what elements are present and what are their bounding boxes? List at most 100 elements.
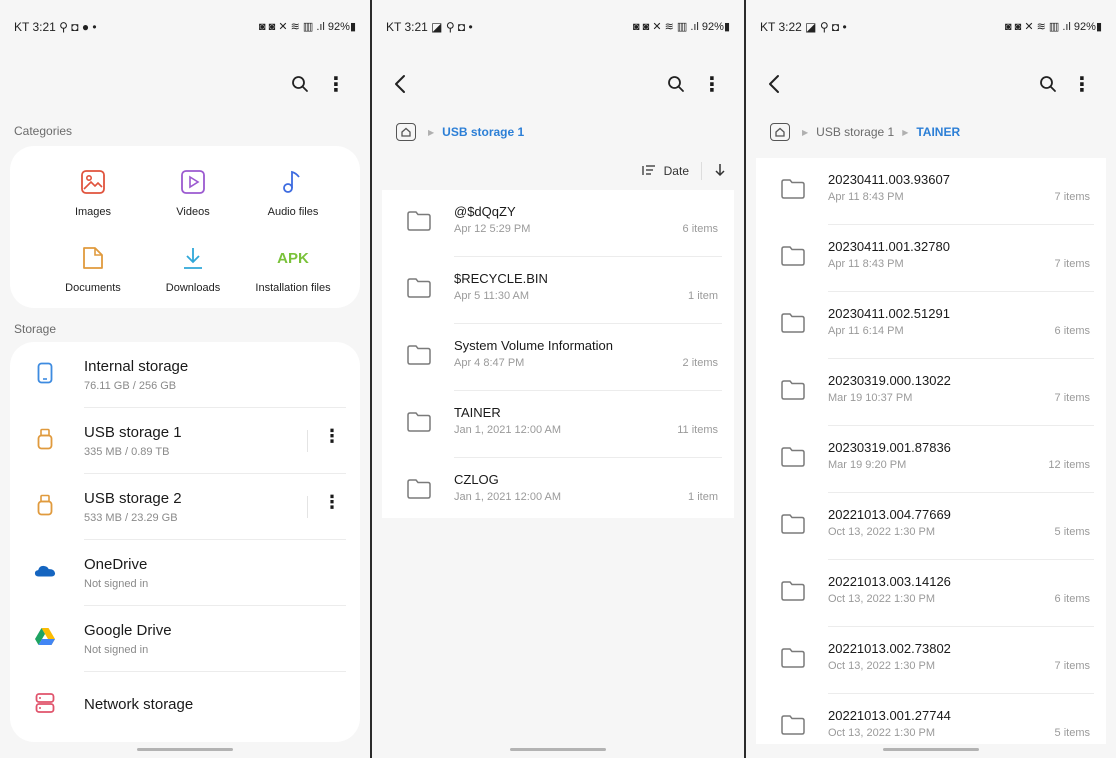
google-drive-icon	[34, 626, 56, 648]
folder-name: 20230411.001.32780	[828, 239, 950, 254]
home-indicator[interactable]	[510, 748, 606, 751]
folder-date: Mar 19 9:20 PM	[828, 459, 907, 471]
folder-date: Apr 11 6:14 PM	[828, 325, 904, 337]
folder-row[interactable]: 20221013.004.77669 Oct 13, 2022 1:30 PM …	[756, 493, 1106, 560]
search-icon[interactable]	[286, 70, 314, 98]
folder-icon	[781, 514, 805, 534]
folder-icon	[781, 313, 805, 333]
home-indicator[interactable]	[137, 748, 233, 751]
folder-row[interactable]: TAINER Jan 1, 2021 12:00 AM 11 items	[382, 391, 734, 458]
more-options-icon[interactable]: ⋮	[698, 70, 726, 98]
folder-row[interactable]: 20230411.001.32780 Apr 11 8:43 PM 7 item…	[756, 225, 1106, 292]
storage-title: Internal storage	[84, 358, 189, 375]
storage-title: OneDrive	[84, 556, 148, 573]
more-options-icon[interactable]: ⋮	[1068, 70, 1096, 98]
status-left: KT 3:21 ◪ ⚲ ◘ •	[386, 20, 473, 34]
phone-icon	[34, 362, 56, 384]
folder-name: @$dQqZY	[454, 204, 516, 219]
sort-label[interactable]: Date	[664, 164, 689, 178]
more-options-icon[interactable]: ⋮	[322, 492, 342, 513]
gesture-bar	[372, 744, 744, 758]
categories-heading: Categories	[14, 124, 73, 138]
folder-row[interactable]: @$dQqZY Apr 12 5:29 PM 6 items	[382, 190, 734, 257]
gesture-bar	[746, 744, 1116, 758]
storage-title: Google Drive	[84, 622, 172, 639]
image-icon	[43, 164, 143, 200]
folder-list: 20230411.003.93607 Apr 11 8:43 PM 7 item…	[756, 158, 1106, 758]
folder-name: 20221013.004.77669	[828, 507, 951, 522]
more-options-icon[interactable]: ⋮	[322, 70, 350, 98]
breadcrumb: ▶ USB storage 1	[396, 120, 532, 144]
sort-bar: Date	[641, 162, 726, 180]
breadcrumb-usb-storage-1[interactable]: USB storage 1	[816, 125, 894, 139]
folder-row[interactable]: 20230411.002.51291 Apr 11 6:14 PM 6 item…	[756, 292, 1106, 359]
category-label: Documents	[65, 282, 121, 294]
status-left: KT 3:22 ◪ ⚲ ◘ •	[760, 20, 847, 34]
status-bar: KT 3:21 ⚲ ◘ ● • ◙ ◙ ✕ ≋ ▥ .ıl 92%▮	[0, 0, 370, 50]
folder-icon	[781, 648, 805, 668]
my-files-home-screen: KT 3:21 ⚲ ◘ ● • ◙ ◙ ✕ ≋ ▥ .ıl 92%▮ ⋮ Cat…	[0, 0, 370, 758]
folder-item-count: 11 items	[677, 424, 718, 436]
folder-list: @$dQqZY Apr 12 5:29 PM 6 items $RECYCLE.…	[382, 190, 734, 518]
folder-icon	[781, 179, 805, 199]
folder-item-count: 7 items	[1054, 660, 1090, 672]
search-icon[interactable]	[662, 70, 690, 98]
category-label: Images	[74, 206, 112, 218]
folder-icon	[781, 715, 805, 735]
folder-row[interactable]: 20230319.001.87836 Mar 19 9:20 PM 12 ite…	[756, 426, 1106, 493]
breadcrumb-tainer[interactable]: TAINER	[916, 125, 960, 139]
folder-row[interactable]: 20221013.003.14126 Oct 13, 2022 1:30 PM …	[756, 560, 1106, 627]
more-options-icon[interactable]: ⋮	[322, 426, 342, 447]
usb-icon	[34, 494, 56, 516]
category-downloads[interactable]: Downloads	[143, 240, 243, 294]
home-icon[interactable]	[770, 123, 790, 141]
folder-date: Oct 13, 2022 1:30 PM	[828, 593, 936, 605]
sort-direction-icon[interactable]	[714, 163, 726, 180]
network-storage-icon	[34, 692, 56, 714]
storage-usb-1[interactable]: USB storage 1 335 MB / 0.89 TB ⋮	[10, 408, 360, 474]
folder-row[interactable]: CZLOG Jan 1, 2021 12:00 AM 1 item	[382, 458, 734, 525]
home-icon[interactable]	[396, 123, 416, 141]
folder-row[interactable]: $RECYCLE.BIN Apr 5 11:30 AM 1 item	[382, 257, 734, 324]
home-indicator[interactable]	[883, 748, 979, 751]
category-images[interactable]: Images	[43, 164, 143, 218]
back-arrow-icon[interactable]	[760, 70, 788, 98]
folder-date: Apr 12 5:29 PM	[454, 223, 531, 235]
storage-internal[interactable]: Internal storage 76.11 GB / 256 GB	[10, 342, 360, 408]
status-right: ◙ ◙ ✕ ≋ ▥ .ıl 92%▮	[258, 21, 356, 33]
divider	[701, 162, 702, 180]
folder-row[interactable]: 20221013.002.73802 Oct 13, 2022 1:30 PM …	[756, 627, 1106, 694]
video-icon	[143, 164, 243, 200]
usb-icon	[34, 428, 56, 450]
back-arrow-icon[interactable]	[386, 70, 414, 98]
folder-row[interactable]: 20230319.000.13022 Mar 19 10:37 PM 7 ite…	[756, 359, 1106, 426]
tainer-folder-screen: KT 3:22 ◪ ⚲ ◘ • ◙ ◙ ✕ ≋ ▥ .ıl 92%▮ ⋮ ▶ U…	[746, 0, 1116, 758]
storage-status: Not signed in	[84, 578, 149, 590]
folder-date: Apr 11 8:43 PM	[828, 258, 904, 270]
category-documents[interactable]: Documents	[43, 240, 143, 294]
storage-usb-2[interactable]: USB storage 2 533 MB / 23.29 GB ⋮	[10, 474, 360, 540]
category-label: Installation files	[255, 282, 331, 294]
storage-onedrive[interactable]: OneDrive Not signed in	[10, 540, 360, 606]
folder-date: Oct 13, 2022 1:30 PM	[828, 660, 936, 672]
folder-name: 20221013.003.14126	[828, 574, 951, 589]
storage-google-drive[interactable]: Google Drive Not signed in	[10, 606, 360, 672]
storage-network[interactable]: Network storage	[10, 672, 360, 738]
storage-usage: 533 MB / 23.29 GB	[84, 512, 178, 524]
search-icon[interactable]	[1034, 70, 1062, 98]
category-videos[interactable]: Videos	[143, 164, 243, 218]
breadcrumb-usb-storage-1[interactable]: USB storage 1	[442, 125, 524, 139]
status-right: ◙ ◙ ✕ ≋ ▥ .ıl 92%▮	[1004, 21, 1102, 33]
folder-row[interactable]: System Volume Information Apr 4 8:47 PM …	[382, 324, 734, 391]
folder-item-count: 5 items	[1054, 526, 1090, 538]
folder-name: $RECYCLE.BIN	[454, 271, 548, 286]
sort-icon[interactable]	[641, 164, 656, 179]
category-audio-files[interactable]: Audio files	[243, 164, 343, 218]
storage-heading: Storage	[14, 322, 57, 336]
category-label: Audio files	[267, 206, 319, 218]
folder-item-count: 6 items	[682, 223, 718, 235]
folder-row[interactable]: 20230411.003.93607 Apr 11 8:43 PM 7 item…	[756, 158, 1106, 225]
folder-date: Mar 19 10:37 PM	[828, 392, 913, 404]
category-installation-files[interactable]: APK Installation files	[243, 240, 343, 295]
folder-name: System Volume Information	[454, 338, 613, 353]
